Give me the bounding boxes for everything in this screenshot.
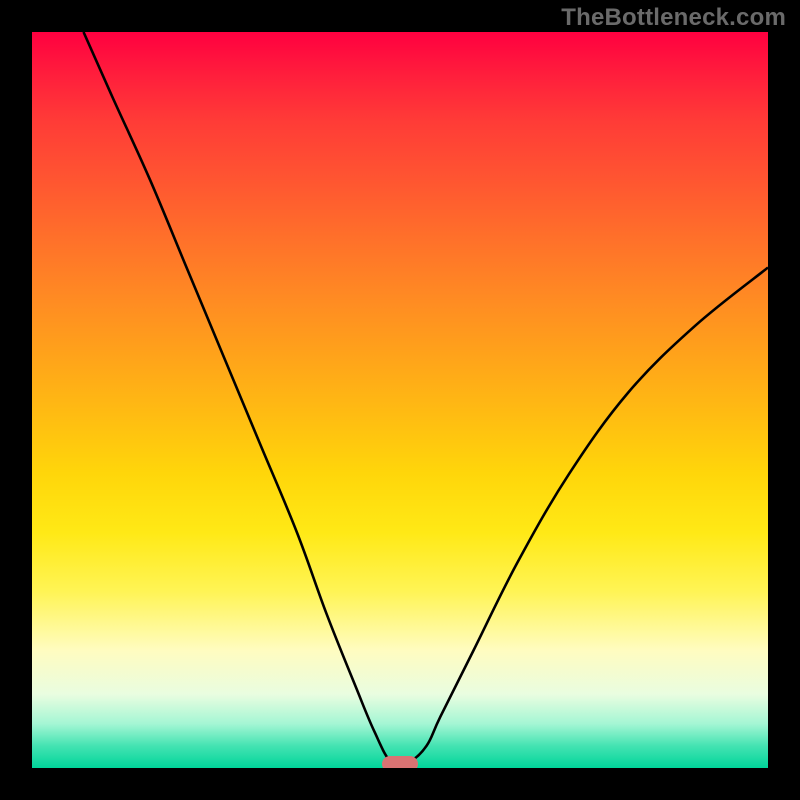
watermark-text: TheBottleneck.com: [561, 4, 786, 32]
plot-area: [32, 32, 768, 768]
bottleneck-curve: [32, 32, 768, 768]
chart-frame: TheBottleneck.com: [0, 0, 800, 800]
optimal-point-marker: [382, 756, 418, 768]
curve-path: [84, 32, 768, 765]
